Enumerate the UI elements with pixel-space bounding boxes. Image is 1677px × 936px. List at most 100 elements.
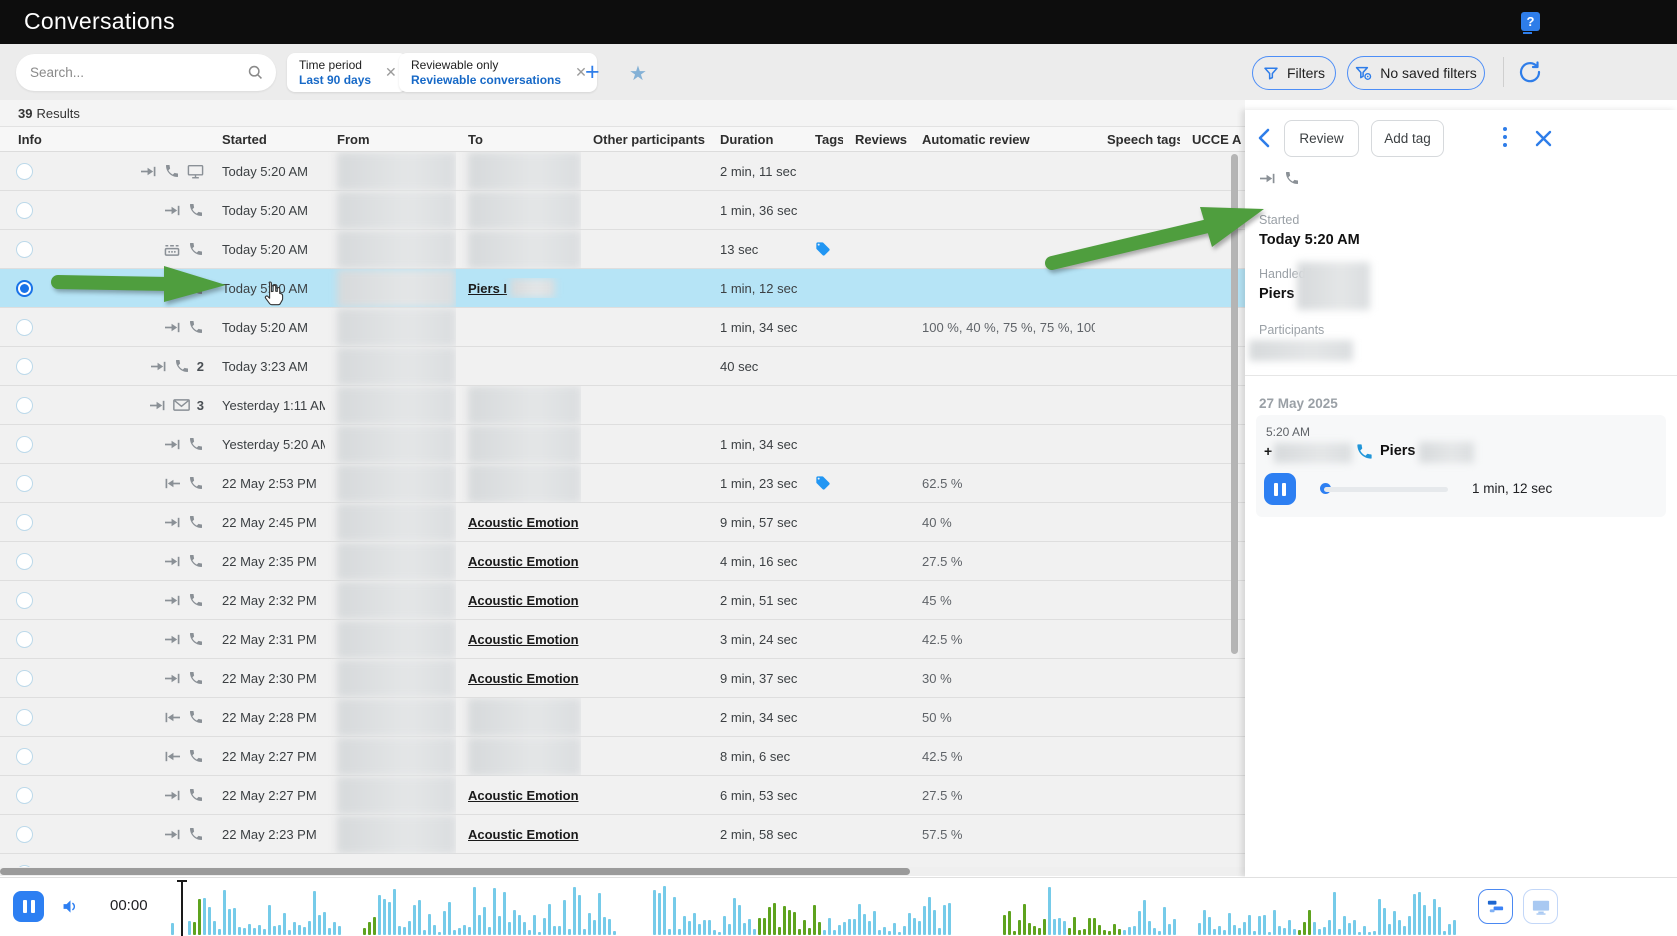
search-input[interactable] xyxy=(30,65,247,80)
table-row[interactable]: 22 May 2:53 PM1 min, 23 sec62.5 % xyxy=(0,464,1245,503)
screen-recording-button[interactable] xyxy=(1523,889,1558,924)
waveform-bar xyxy=(673,897,676,935)
search-box[interactable] xyxy=(16,54,276,91)
call-inbound-icon xyxy=(164,437,181,452)
column-header-speech-tags[interactable]: Speech tags xyxy=(1095,132,1180,147)
chip-value: Reviewable conversations xyxy=(411,73,561,88)
row-radio[interactable] xyxy=(16,826,33,843)
row-radio[interactable] xyxy=(16,241,33,258)
add-filter-icon[interactable]: + xyxy=(585,59,600,85)
horizontal-scrollbar[interactable] xyxy=(0,867,1245,876)
row-radio-selected[interactable] xyxy=(16,280,33,297)
saved-filters-button[interactable]: No saved filters xyxy=(1347,56,1485,90)
horizontal-scrollbar-thumb[interactable] xyxy=(0,868,910,875)
help-icon[interactable]: ? xyxy=(1521,12,1540,31)
row-radio[interactable] xyxy=(16,475,33,492)
row-radio[interactable] xyxy=(16,592,33,609)
to-party-link[interactable]: Acoustic Emotion xyxy=(468,788,579,803)
add-tag-button[interactable]: Add tag xyxy=(1371,120,1444,157)
filters-button[interactable]: Filters xyxy=(1252,56,1336,90)
filter-chip-time-period[interactable]: Time period Last 90 days ✕ xyxy=(287,53,407,92)
vertical-scrollbar[interactable] xyxy=(1231,154,1238,654)
table-row[interactable]: 3Yesterday 1:11 AM xyxy=(0,386,1245,425)
waveform-bar xyxy=(533,915,536,935)
filter-chip-reviewable[interactable]: Reviewable only Reviewable conversations… xyxy=(399,53,597,92)
row-radio[interactable] xyxy=(16,163,33,180)
call-card[interactable]: 5:20 AM + Piers 1 min, 12 sec xyxy=(1256,415,1666,517)
row-started: 22 May 2:23 PM xyxy=(210,827,325,842)
review-button[interactable]: Review xyxy=(1284,120,1359,157)
row-radio[interactable] xyxy=(16,319,33,336)
row-radio[interactable] xyxy=(16,397,33,414)
table-row[interactable] xyxy=(0,854,1245,868)
waveform-bar xyxy=(1033,926,1036,935)
column-header-reviews[interactable]: Reviews xyxy=(843,132,910,147)
row-radio[interactable] xyxy=(16,514,33,531)
row-info-icons xyxy=(48,202,210,218)
table-row[interactable]: 22 May 2:31 PMAcoustic Emotion3 min, 24 … xyxy=(0,620,1245,659)
to-party-link[interactable]: Acoustic Emotion xyxy=(468,671,579,686)
row-radio[interactable] xyxy=(16,358,33,375)
pause-button[interactable] xyxy=(1264,473,1296,505)
collapse-panel-chevron-icon[interactable] xyxy=(1257,127,1271,149)
row-radio[interactable] xyxy=(16,553,33,570)
row-radio[interactable] xyxy=(16,709,33,726)
column-header-other-participants[interactable]: Other participants xyxy=(581,132,708,147)
column-header-automatic-review[interactable]: Automatic review xyxy=(910,132,1095,147)
table-row[interactable]: 22 May 2:28 PM2 min, 34 sec50 % xyxy=(0,698,1245,737)
column-header-info[interactable]: Info xyxy=(0,132,210,147)
to-party-link[interactable]: Acoustic Emotion xyxy=(468,554,579,569)
favorite-star-icon[interactable]: ★ xyxy=(629,61,647,86)
table-row[interactable]: 22 May 2:27 PMAcoustic Emotion6 min, 53 … xyxy=(0,776,1245,815)
table-row[interactable]: 22 May 2:35 PMAcoustic Emotion4 min, 16 … xyxy=(0,542,1245,581)
table-row[interactable]: 22 May 2:30 PMAcoustic Emotion9 min, 37 … xyxy=(0,659,1245,698)
waveform-bar xyxy=(1023,904,1026,935)
row-radio[interactable] xyxy=(16,787,33,804)
waveform-bar xyxy=(948,903,951,935)
to-party-link[interactable]: Acoustic Emotion xyxy=(468,515,579,530)
column-header-ucce-a[interactable]: UCCE A xyxy=(1180,132,1245,147)
table-row[interactable]: 22 May 2:45 PMAcoustic Emotion9 min, 57 … xyxy=(0,503,1245,542)
row-from xyxy=(325,542,456,581)
table-row[interactable]: 22 May 2:23 PMAcoustic Emotion2 min, 58 … xyxy=(0,815,1245,854)
more-options-icon[interactable] xyxy=(1503,127,1507,147)
table-row[interactable]: Today 5:20 AM2 min, 11 sec xyxy=(0,152,1245,191)
to-party-link[interactable]: Acoustic Emotion xyxy=(468,632,579,647)
progress-track[interactable] xyxy=(1324,487,1448,492)
column-header-tags[interactable]: Tags xyxy=(803,132,843,147)
row-radio[interactable] xyxy=(16,202,33,219)
row-from xyxy=(325,347,456,386)
table-row[interactable]: 22 May 2:32 PMAcoustic Emotion2 min, 51 … xyxy=(0,581,1245,620)
table-row[interactable]: Today 5:20 AM13 sec xyxy=(0,230,1245,269)
column-header-started[interactable]: Started xyxy=(210,132,325,147)
row-radio[interactable] xyxy=(16,436,33,453)
table-row[interactable]: Today 5:20 AM1 min, 34 sec100 %, 40 %, 7… xyxy=(0,308,1245,347)
remove-chip-icon[interactable]: ✕ xyxy=(385,64,397,81)
table-row[interactable]: Yesterday 5:20 AM1 min, 34 sec xyxy=(0,425,1245,464)
row-radio[interactable] xyxy=(16,631,33,648)
to-party-link[interactable]: Acoustic Emotion xyxy=(468,593,579,608)
column-header-to[interactable]: To xyxy=(456,132,581,147)
waveform-bar xyxy=(938,928,941,935)
volume-icon[interactable] xyxy=(61,898,80,915)
row-radio[interactable] xyxy=(16,670,33,687)
row-radio[interactable] xyxy=(16,748,33,765)
timeline-view-button[interactable] xyxy=(1478,889,1513,924)
column-header-from[interactable]: From xyxy=(325,132,456,147)
player-pause-button[interactable] xyxy=(13,891,44,922)
to-party-link[interactable]: Acoustic Emotion xyxy=(468,827,579,842)
table-row[interactable]: 22 May 2:27 PM8 min, 6 sec42.5 % xyxy=(0,737,1245,776)
table-row[interactable]: Today 5:20 AM1 min, 36 sec xyxy=(0,191,1245,230)
waveform[interactable] xyxy=(188,881,1462,935)
to-party-link[interactable]: Piers I xyxy=(468,281,507,296)
row-from xyxy=(325,698,456,737)
table-row[interactable]: 2Today 3:23 AM40 sec xyxy=(0,347,1245,386)
redacted-from xyxy=(337,815,456,854)
waveform-bar xyxy=(813,905,816,935)
redacted-agent-name xyxy=(1419,442,1474,463)
playhead[interactable] xyxy=(181,880,183,936)
column-header-duration[interactable]: Duration xyxy=(708,132,803,147)
refresh-icon[interactable] xyxy=(1518,60,1542,84)
table-row[interactable]: Today 5:20 AMPiers I1 min, 12 sec xyxy=(0,269,1245,308)
close-panel-icon[interactable] xyxy=(1535,130,1552,147)
